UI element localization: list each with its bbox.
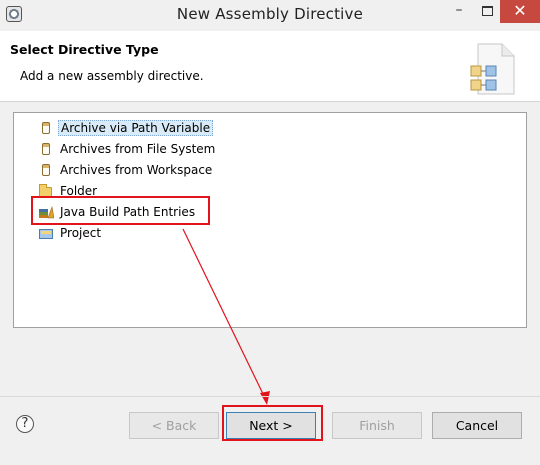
wizard-header: Select Directive Type Add a new assembly… — [0, 31, 540, 102]
next-button[interactable]: Next > — [226, 412, 316, 439]
footer-separator — [0, 396, 540, 397]
tree-item-folder[interactable]: Folder — [38, 183, 99, 200]
cancel-button[interactable]: Cancel — [432, 412, 522, 439]
folder-icon — [38, 183, 54, 198]
tree-item-archives-from-workspace[interactable]: Archives from Workspace — [38, 162, 214, 179]
maximize-button[interactable] — [474, 0, 500, 23]
wizard-banner-icon — [470, 43, 515, 95]
jar-icon — [38, 163, 54, 177]
jar-icon — [38, 121, 54, 135]
help-button[interactable]: ? — [16, 415, 34, 433]
tree-item-project[interactable]: Project — [38, 225, 103, 242]
finish-button[interactable]: Finish — [332, 412, 422, 439]
page-title: Select Directive Type — [10, 42, 159, 57]
back-button[interactable]: < Back — [129, 412, 219, 439]
minimize-button[interactable]: – — [446, 0, 472, 23]
tree-item-archive-via-path-variable[interactable]: Archive via Path Variable — [38, 120, 214, 137]
title-bar: New Assembly Directive – ✕ — [0, 0, 540, 31]
maximize-icon — [481, 6, 493, 16]
close-button[interactable]: ✕ — [500, 0, 540, 23]
java-library-icon — [39, 205, 54, 218]
page-description: Add a new assembly directive. — [20, 69, 204, 83]
tree-item-archives-from-file-system[interactable]: Archives from File System — [38, 141, 217, 158]
directive-type-tree[interactable]: Archive via Path Variable Archives from … — [13, 112, 527, 328]
tree-item-java-build-path-entries[interactable]: Java Build Path Entries — [38, 204, 197, 221]
project-folder-icon — [38, 226, 54, 240]
jar-icon — [38, 142, 54, 156]
